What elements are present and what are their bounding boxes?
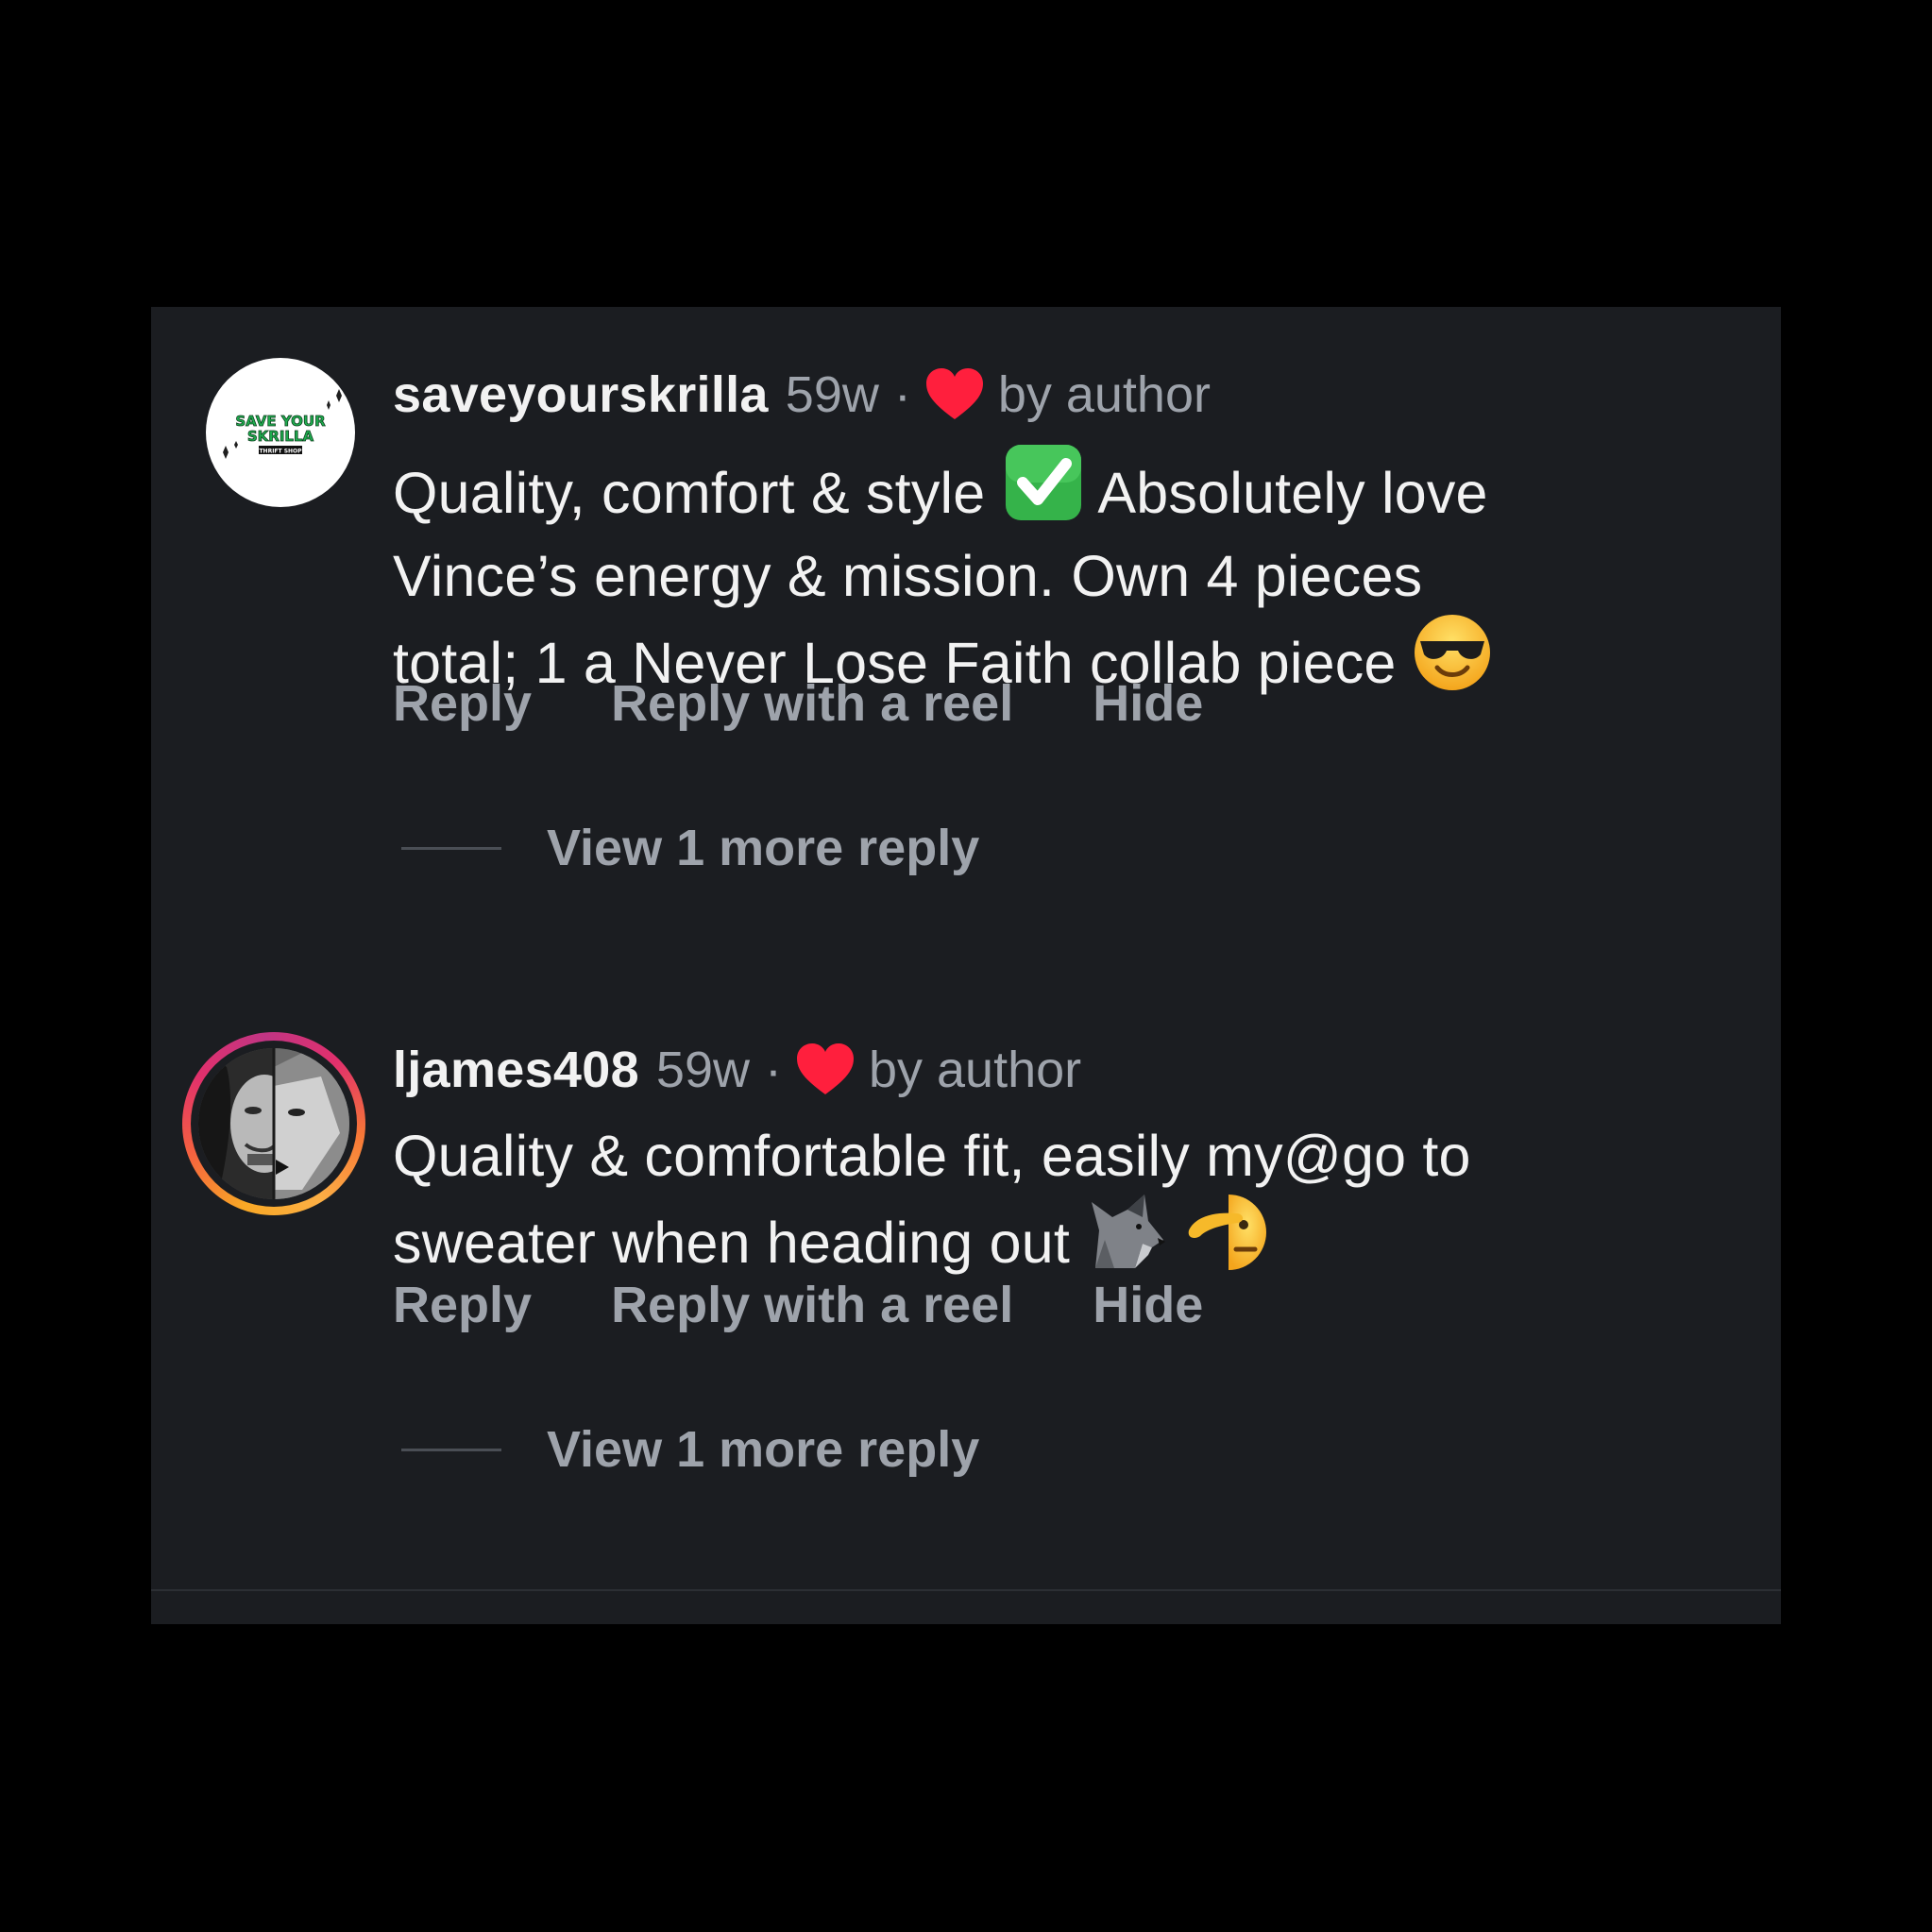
timestamp: 59w — [785, 366, 879, 423]
check-mark-button-icon — [1002, 443, 1085, 539]
view-more-label: View 1 more reply — [547, 820, 980, 876]
heart-icon — [925, 368, 983, 419]
smiling-face-with-sunglasses-icon — [1413, 613, 1492, 709]
view-more-replies-button[interactable]: View 1 more reply — [401, 1416, 979, 1483]
comment-line: Quality, comfort & style — [393, 461, 986, 525]
comments-panel: SAVE YOUR SKRILLA THRIFT SHOP saveyoursk… — [151, 307, 1781, 1624]
comment-line: Vince’s energy & mission. Own 4 pieces — [393, 544, 1423, 608]
avatar — [198, 1048, 349, 1199]
comment-text: Quality & comfortable fit, easily my@go … — [393, 1119, 1734, 1289]
hide-button[interactable]: Hide — [1093, 1276, 1203, 1334]
divider — [401, 1448, 501, 1451]
logo-text-line3: THRIFT SHOP — [259, 449, 302, 455]
username[interactable]: saveyourskrilla — [393, 365, 769, 424]
comment-line: Quality & comfortable fit, easily my@go … — [393, 1124, 1471, 1188]
hide-button[interactable]: Hide — [1093, 674, 1203, 733]
view-more-label: View 1 more reply — [547, 1421, 980, 1478]
view-more-replies-button[interactable]: View 1 more reply — [401, 815, 979, 881]
comment-text: Quality, comfort & style Absolutely love… — [393, 443, 1734, 709]
comment-header: saveyourskrilla 59w · by author — [393, 362, 1211, 428]
reply-button[interactable]: Reply — [393, 1276, 532, 1334]
avatar[interactable]: SAVE YOUR SKRILLA THRIFT SHOP — [206, 358, 355, 507]
save-your-skrilla-logo-icon: SAVE YOUR SKRILLA THRIFT SHOP — [223, 389, 342, 459]
comment-header: ljames408 59w · by author — [393, 1037, 1081, 1103]
logo-text-line2: SKRILLA — [247, 428, 314, 445]
comment-actions: Reply Reply with a reel Hide — [393, 1272, 1282, 1338]
reply-with-reel-button[interactable]: Reply with a reel — [611, 1276, 1013, 1334]
separator: · — [764, 1042, 782, 1098]
liked-by-author-label: by author — [868, 1042, 1082, 1098]
divider — [401, 846, 501, 850]
heart-icon — [796, 1043, 854, 1094]
reply-button[interactable]: Reply — [393, 674, 532, 733]
username[interactable]: ljames408 — [393, 1041, 639, 1099]
timestamp: 59w — [655, 1042, 750, 1098]
comment-actions: Reply Reply with a reel Hide — [393, 670, 1282, 737]
comment-line: Absolutely love — [1097, 461, 1488, 525]
face-wolf-portrait-icon — [198, 1048, 349, 1199]
comment-line: sweater when heading out — [393, 1211, 1070, 1275]
divider — [151, 1589, 1781, 1591]
liked-by-author-label: by author — [997, 366, 1211, 423]
reply-with-reel-button[interactable]: Reply with a reel — [611, 674, 1013, 733]
avatar-story-ring[interactable] — [182, 1032, 365, 1215]
separator: · — [893, 366, 911, 423]
